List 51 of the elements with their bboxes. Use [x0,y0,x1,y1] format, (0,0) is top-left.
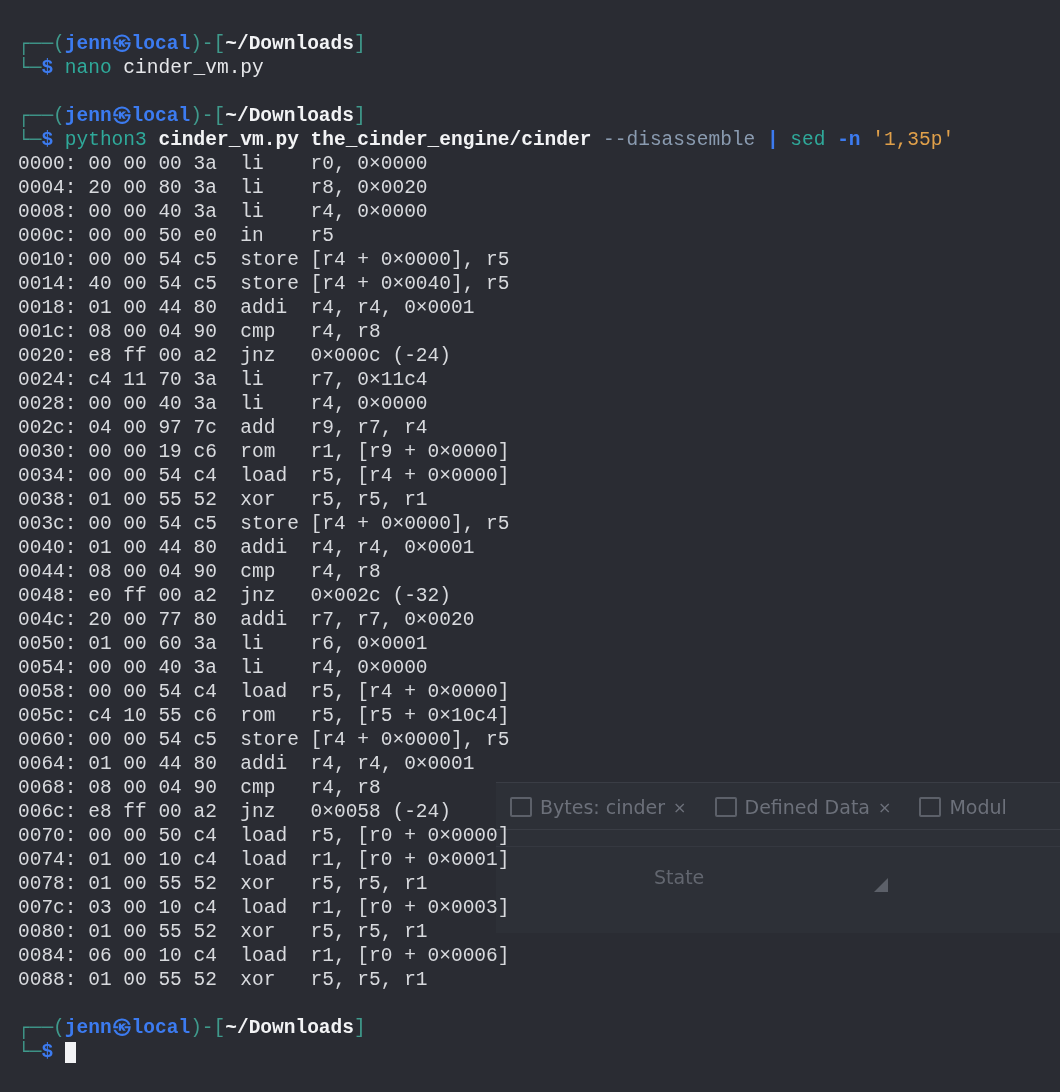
output-line: 0078: 01 00 55 52 xor r5, r5, r1 [18,872,428,896]
output-line: 006c: e8 ff 00 a2 jnz 0×0058 (-24) [18,800,451,824]
output-line: 003c: 00 00 54 c5 store [r4 + 0×0000], r5 [18,512,510,536]
output-line: 0020: e8 ff 00 a2 jnz 0×000c (-24) [18,344,451,368]
output-line: 0014: 40 00 54 c5 store [r4 + 0×0040], r5 [18,272,510,296]
output-line: 0028: 00 00 40 3a li r4, 0×0000 [18,392,428,416]
output-line: 0080: 01 00 55 52 xor r5, r5, r1 [18,920,428,944]
output-line: 0088: 01 00 55 52 xor r5, r5, r1 [18,968,428,992]
output-line: 0024: c4 11 70 3a li r7, 0×11c4 [18,368,428,392]
output-line: 0084: 06 00 10 c4 load r1, [r0 + 0×0006] [18,944,510,968]
output-line: 0004: 20 00 80 3a li r8, 0×0020 [18,176,428,200]
output-line: 005c: c4 10 55 c6 rom r5, [r5 + 0×10c4] [18,704,510,728]
prompt-line: ┌──(jenn㉿local)-[~/Downloads] [18,32,366,56]
window-tab[interactable]: Bytes: cinder [540,796,666,818]
output-line: 002c: 04 00 97 7c add r9, r7, r4 [18,416,428,440]
output-line: 0034: 00 00 54 c4 load r5, [r4 + 0×0000] [18,464,510,488]
output-line: 0038: 01 00 55 52 xor r5, r5, r1 [18,488,428,512]
output-line: 0044: 08 00 04 90 cmp r4, r8 [18,560,381,584]
window-tab[interactable]: Modul [949,796,1007,818]
column-header[interactable]: State [654,866,874,888]
output-line: 0074: 01 00 10 c4 load r1, [r0 + 0×0001] [18,848,510,872]
output-line: 004c: 20 00 77 80 addi r7, r7, 0×0020 [18,608,475,632]
output-line: 000c: 00 00 50 e0 in r5 [18,224,334,248]
output-line: 0040: 01 00 44 80 addi r4, r4, 0×0001 [18,536,475,560]
window-tab[interactable]: Defined Data [744,796,870,818]
prompt-line: ┌──(jenn㉿local)-[~/Downloads] [18,104,366,128]
prompt-line: ┌──(jenn㉿local)-[~/Downloads] [18,1016,366,1040]
output-line: 0048: e0 ff 00 a2 jnz 0×002c (-32) [18,584,451,608]
output-line: 0000: 00 00 00 3a li r0, 0×0000 [18,152,428,176]
output-line: 0010: 00 00 54 c5 store [r4 + 0×0000], r5 [18,248,510,272]
close-icon[interactable]: × [878,797,892,817]
output-line: 0068: 08 00 04 90 cmp r4, r8 [18,776,381,800]
tab-icon [919,797,942,817]
output-line: 0070: 00 00 50 c4 load r5, [r0 + 0×0000] [18,824,510,848]
command-line: └─$ nano cinder_vm.py [18,56,264,80]
output-line: 0018: 01 00 44 80 addi r4, r4, 0×0001 [18,296,475,320]
output-line: 0054: 00 00 40 3a li r4, 0×0000 [18,656,428,680]
output-line: 007c: 03 00 10 c4 load r1, [r0 + 0×0003] [18,896,510,920]
output-line: 0050: 01 00 60 3a li r6, 0×0001 [18,632,428,656]
output-line: 0030: 00 00 19 c6 rom r1, [r9 + 0×0000] [18,440,510,464]
output-line: 0008: 00 00 40 3a li r4, 0×0000 [18,200,428,224]
close-icon[interactable]: × [673,797,687,817]
output-line: 0058: 00 00 54 c4 load r5, [r4 + 0×0000] [18,680,510,704]
command-line: └─$ [18,1040,55,1064]
command-line: └─$ python3 cinder_vm.py the_cinder_engine/cinder --disassemble | sed -n '1,35p' [18,128,955,152]
tab-icon [510,797,532,817]
output-line: 0064: 01 00 44 80 addi r4, r4, 0×0001 [18,752,475,776]
output-line: 001c: 08 00 04 90 cmp r4, r8 [18,320,381,344]
output-line: 0060: 00 00 54 c5 store [r4 + 0×0000], r5 [18,728,510,752]
tab-icon [714,797,737,817]
sort-icon [874,878,888,892]
